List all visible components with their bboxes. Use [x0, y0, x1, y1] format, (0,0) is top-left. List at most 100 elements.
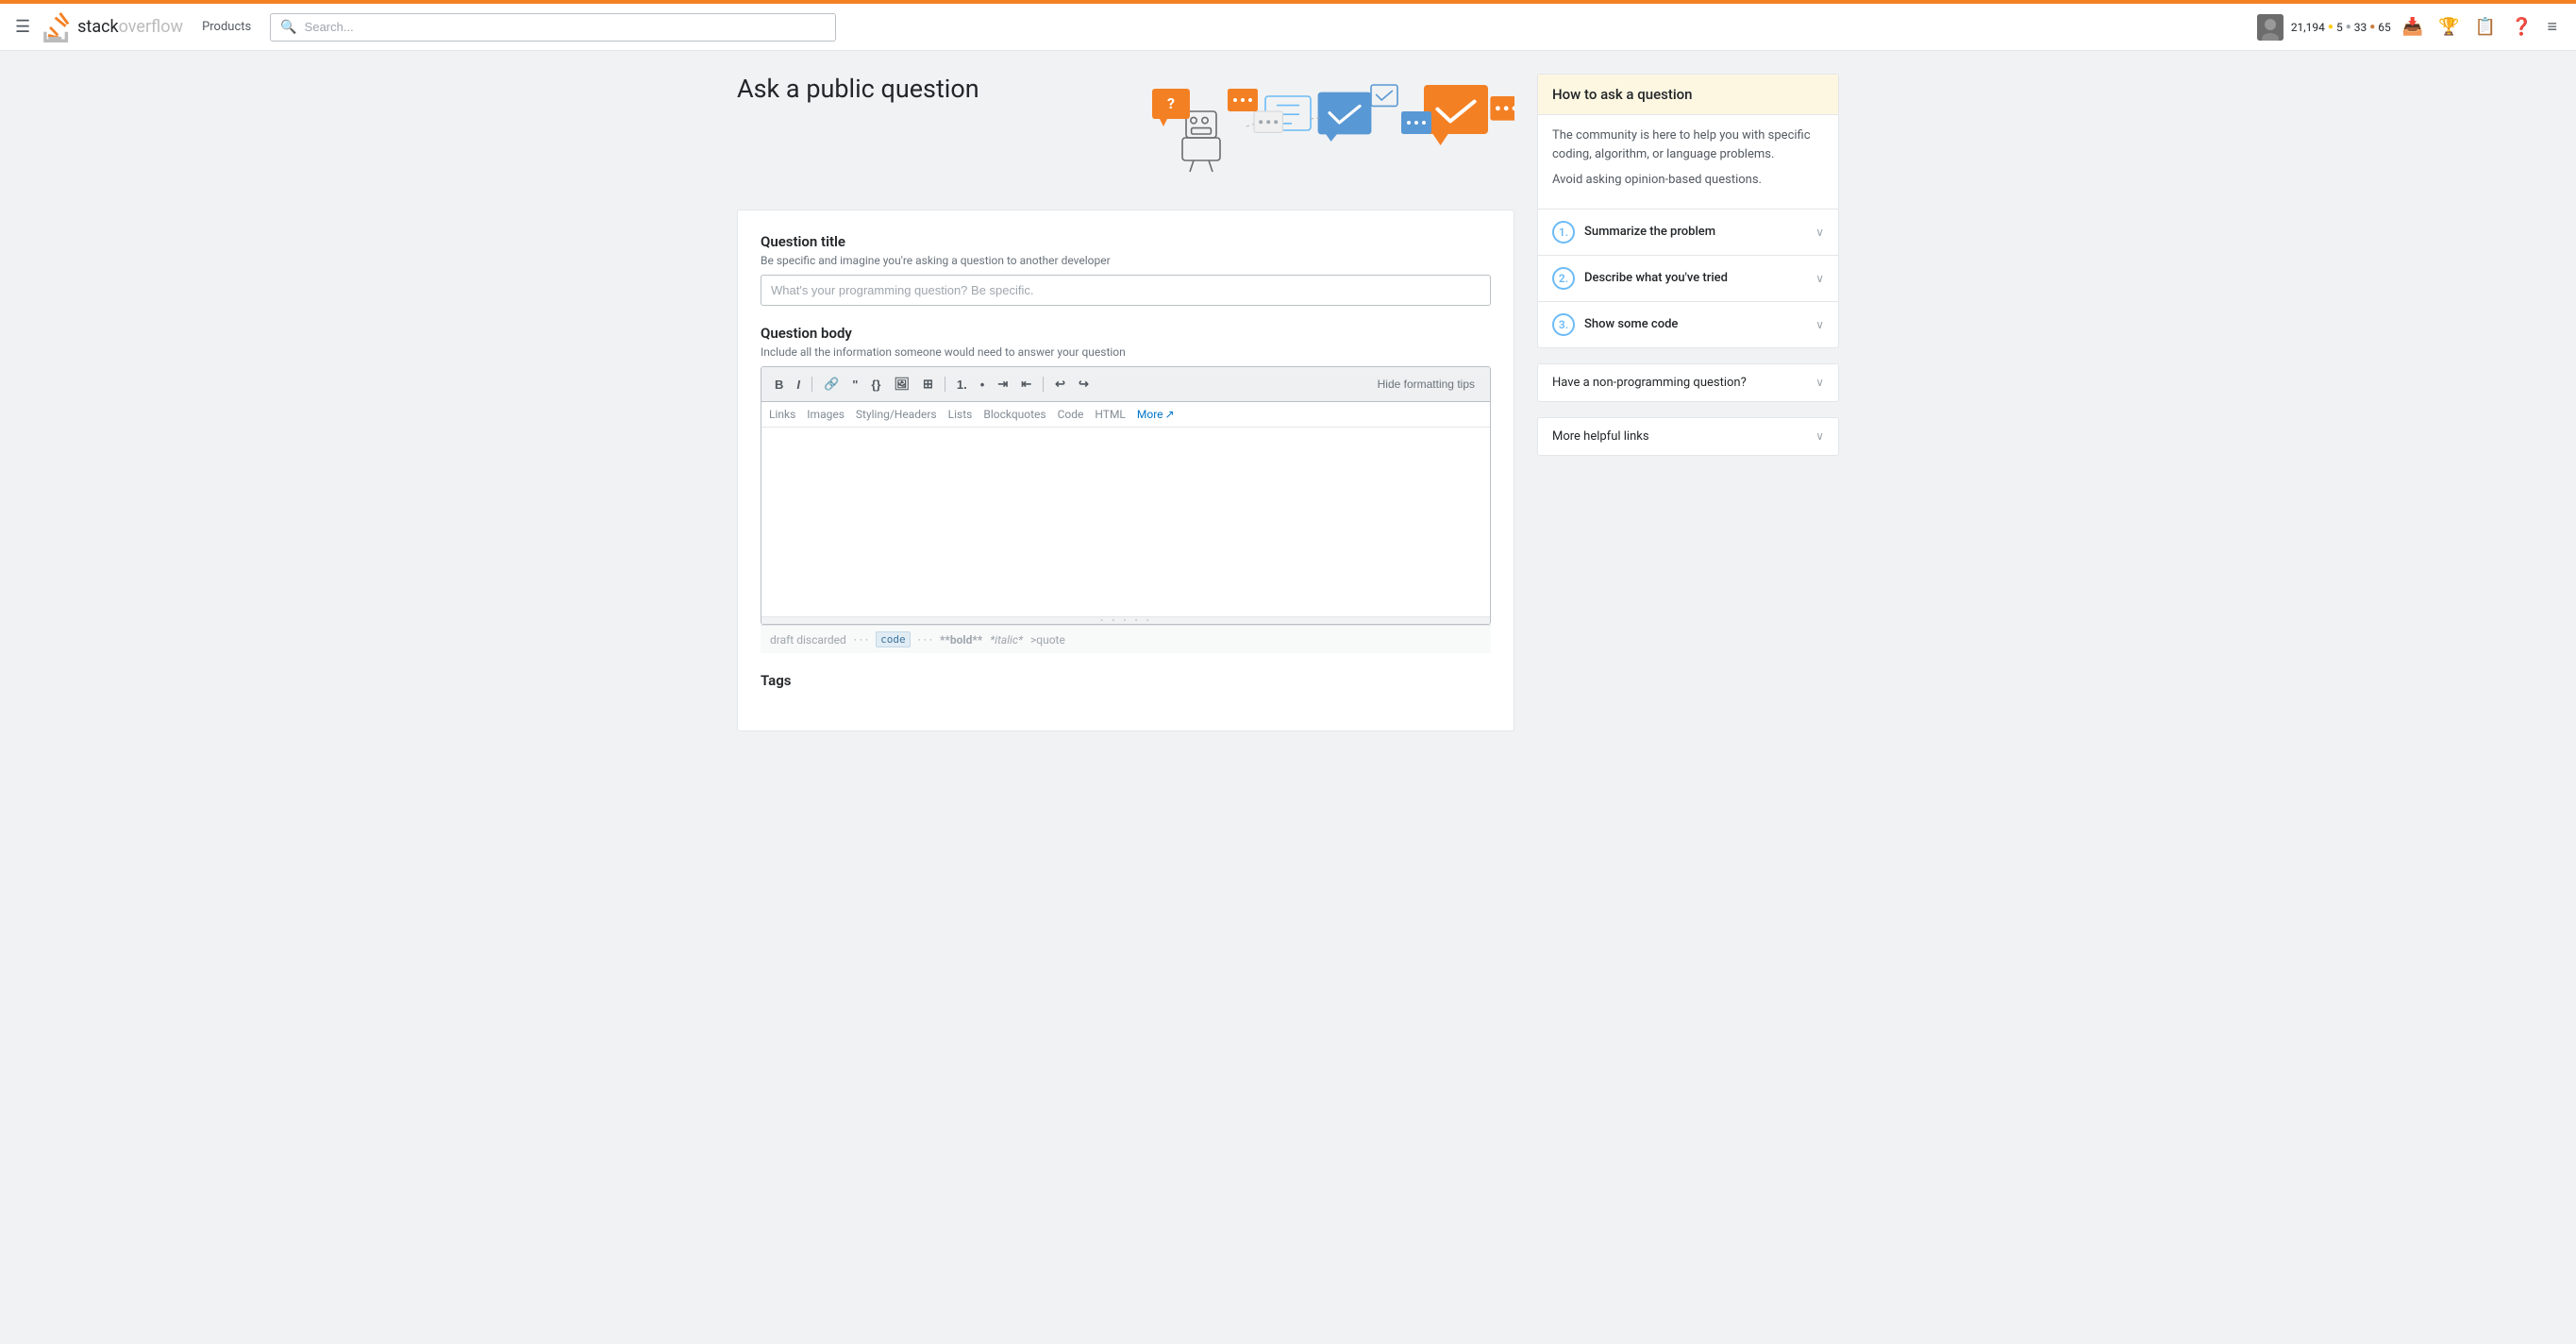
gold-dot: ● — [2328, 22, 2333, 32]
hero-area: Ask a public question — [737, 74, 1514, 187]
link-button[interactable]: 🔗 — [818, 373, 845, 395]
image-button[interactable]: 🖼 — [889, 373, 916, 395]
editor-body[interactable] — [761, 428, 1490, 616]
non-programming-title: Have a non-programming question? — [1552, 376, 1747, 390]
format-tab-more[interactable]: More ↗ — [1137, 408, 1175, 421]
step-2-left: 2. Describe what you've tried — [1552, 267, 1728, 290]
step-1-left: 1. Summarize the problem — [1552, 221, 1715, 244]
how-to-step-2[interactable]: 2. Describe what you've tried ∨ — [1538, 255, 1838, 301]
blockquote-button[interactable]: " — [846, 374, 863, 395]
external-link-icon: ↗ — [1165, 408, 1175, 421]
code-hint: code — [876, 631, 911, 647]
step-3-number: 3. — [1552, 313, 1575, 336]
code-button[interactable]: {} — [865, 374, 886, 395]
question-form: Question title Be specific and imagine y… — [737, 210, 1514, 731]
step-2-label: Describe what you've tried — [1584, 271, 1728, 285]
non-programming-chevron: ∨ — [1815, 376, 1824, 389]
format-tab-images[interactable]: Images — [807, 408, 845, 421]
how-to-ask-card: How to ask a question The community is h… — [1537, 74, 1839, 348]
format-tab-lists[interactable]: Lists — [948, 408, 973, 421]
bold-markdown-hint: **bold** — [940, 633, 982, 647]
indent-button[interactable]: ⇥ — [992, 373, 1013, 395]
table-button[interactable]: ⊞ — [917, 373, 939, 395]
more-icon[interactable]: ≡ — [2543, 13, 2561, 41]
search-box: 🔍 — [270, 13, 836, 42]
step-2-number: 2. — [1552, 267, 1575, 290]
logo-icon — [42, 12, 72, 42]
navbar: ☰ stackoverflow Products 🔍 21,194 ● 5 ● … — [0, 4, 2576, 51]
svg-text:?: ? — [1167, 94, 1175, 112]
bronze-dot: ● — [2369, 22, 2375, 32]
content-area: Ask a public question — [737, 74, 1514, 731]
how-to-step-1[interactable]: 1. Summarize the problem ∨ — [1538, 209, 1838, 255]
logo[interactable]: stackoverflow — [42, 12, 183, 42]
how-to-step-3[interactable]: 3. Show some code ∨ — [1538, 301, 1838, 347]
bold-button[interactable]: B — [769, 374, 789, 395]
question-body-label: Question body — [761, 325, 1491, 342]
step-1-chevron: ∨ — [1815, 226, 1824, 239]
footer-separator-dots2: · · · — [918, 633, 932, 647]
editor-resize-handle[interactable]: · · · · · — [761, 616, 1490, 624]
step-3-label: Show some code — [1584, 317, 1678, 331]
navbar-right: 21,194 ● 5 ● 33 ● 65 📥 🏆 📋 ❓ ≡ — [2257, 13, 2561, 41]
achievements-icon[interactable]: 🏆 — [2434, 13, 2463, 41]
step-2-chevron: ∨ — [1815, 272, 1824, 285]
format-tabs: Links Images Styling/Headers Lists Block… — [761, 402, 1490, 428]
editor-footer: draft discarded · · · code · · · **bold*… — [761, 625, 1491, 653]
draft-status: draft discarded — [770, 633, 846, 647]
more-links-header[interactable]: More helpful links ∨ — [1538, 418, 1838, 455]
question-title-hint: Be specific and imagine you're asking a … — [761, 254, 1491, 267]
format-tab-styling[interactable]: Styling/Headers — [856, 408, 937, 421]
italic-button[interactable]: I — [791, 374, 806, 395]
help-icon[interactable]: ❓ — [2507, 13, 2535, 41]
how-to-body-1: The community is here to help you with s… — [1552, 126, 1824, 163]
more-links-card: More helpful links ∨ — [1537, 417, 1839, 456]
ordered-list-button[interactable]: 1. — [951, 374, 973, 395]
page-title: Ask a public question — [737, 74, 1137, 104]
tags-section: Tags — [761, 672, 1491, 689]
reputation-badge: 21,194 ● 5 ● 33 ● 65 — [2291, 21, 2391, 34]
inbox-icon[interactable]: 📥 — [2399, 13, 2427, 41]
reviews-icon[interactable]: 📋 — [2471, 13, 2500, 41]
quote-markdown-hint: >quote — [1030, 633, 1065, 647]
hero-illustration: ? — [1137, 74, 1514, 187]
format-tab-links[interactable]: Links — [769, 408, 795, 421]
step-1-label: Summarize the problem — [1584, 225, 1715, 239]
hero-svg: ? — [1137, 74, 1514, 187]
undo-button[interactable]: ↩ — [1049, 373, 1071, 395]
question-body-section: Question body Include all the informatio… — [761, 325, 1491, 653]
editor-toolbar: B I 🔗 " {} 🖼 ⊞ 1. • ⇥ ⇤ ↩ — [761, 367, 1490, 402]
tags-label: Tags — [761, 672, 1491, 689]
avatar[interactable] — [2257, 14, 2283, 41]
format-tab-code[interactable]: Code — [1058, 408, 1084, 421]
format-tab-html[interactable]: HTML — [1095, 408, 1126, 421]
products-nav[interactable]: Products — [194, 16, 259, 38]
search-icon: 🔍 — [280, 20, 296, 35]
italic-markdown-hint: *italic* — [990, 633, 1023, 647]
step-1-number: 1. — [1552, 221, 1575, 244]
question-title-label: Question title — [761, 233, 1491, 250]
toolbar-separator-1 — [811, 377, 812, 392]
hamburger-menu[interactable]: ☰ — [15, 17, 30, 37]
main-container: Ask a public question — [722, 51, 1854, 754]
outdent-button[interactable]: ⇤ — [1015, 373, 1037, 395]
unordered-list-button[interactable]: • — [975, 374, 991, 395]
question-title-section: Question title Be specific and imagine y… — [761, 233, 1491, 306]
how-to-ask-header: How to ask a question — [1538, 75, 1838, 115]
question-body-hint: Include all the information someone woul… — [761, 345, 1491, 359]
non-programming-header[interactable]: Have a non-programming question? ∨ — [1538, 364, 1838, 401]
editor-container: B I 🔗 " {} 🖼 ⊞ 1. • ⇥ ⇤ ↩ — [761, 366, 1491, 625]
step-3-chevron: ∨ — [1815, 318, 1824, 331]
non-programming-card: Have a non-programming question? ∨ — [1537, 363, 1839, 402]
toolbar-separator-3 — [1043, 377, 1044, 392]
more-links-chevron: ∨ — [1815, 429, 1824, 443]
more-links-title: More helpful links — [1552, 429, 1649, 444]
format-tab-blockquotes[interactable]: Blockquotes — [983, 408, 1045, 421]
footer-separator-dots: · · · — [854, 633, 868, 647]
question-title-input[interactable] — [761, 275, 1491, 306]
silver-dot: ● — [2346, 22, 2351, 32]
hide-formatting-tips-button[interactable]: Hide formatting tips — [1370, 374, 1482, 395]
redo-button[interactable]: ↪ — [1073, 373, 1095, 395]
how-to-body-2: Avoid asking opinion-based questions. — [1552, 171, 1824, 190]
search-input[interactable] — [305, 20, 827, 34]
